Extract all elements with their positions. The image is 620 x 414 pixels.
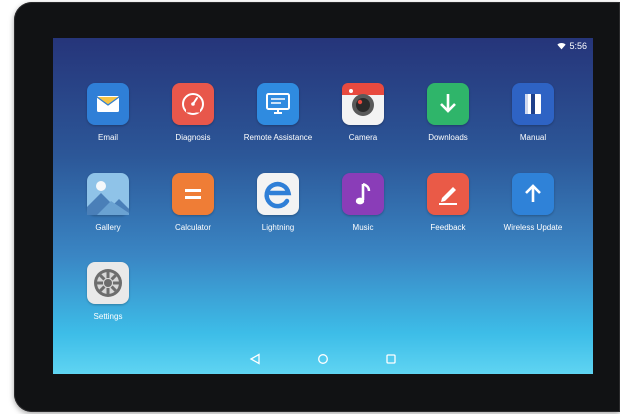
monitor-icon (257, 83, 299, 125)
gallery-icon (87, 173, 129, 215)
app-label: Wireless Update (503, 223, 563, 232)
home-screen: 5:56 Email Diagnosis Remote Assistance C… (53, 38, 593, 374)
download-icon (427, 83, 469, 125)
app-settings[interactable]: Settings (66, 262, 150, 321)
home-button[interactable] (312, 348, 334, 370)
app-diagnosis[interactable]: Diagnosis (151, 83, 235, 142)
app-label: Email (97, 133, 118, 142)
back-button[interactable] (244, 348, 266, 370)
app-label: Diagnosis (175, 133, 211, 142)
gear-icon (87, 262, 129, 304)
pencil-icon (427, 173, 469, 215)
app-music[interactable]: Music (321, 173, 405, 232)
email-icon (87, 83, 129, 125)
book-icon (512, 83, 554, 125)
app-camera[interactable]: Camera (321, 83, 405, 142)
app-downloads[interactable]: Downloads (406, 83, 490, 142)
app-label: Remote Assistance (243, 133, 313, 142)
app-manual[interactable]: Manual (491, 83, 575, 142)
app-label: Downloads (428, 133, 468, 142)
home-icon (318, 354, 328, 364)
app-remote-assistance[interactable]: Remote Assistance (236, 83, 320, 142)
app-label: Manual (519, 133, 547, 142)
upload-arrow-icon (512, 173, 554, 215)
wifi-icon (557, 43, 567, 50)
app-label: Calculator (174, 223, 211, 232)
browser-e-icon (257, 173, 299, 215)
app-feedback[interactable]: Feedback (406, 173, 490, 232)
app-label: Music (352, 223, 374, 232)
status-time: 5:56 (569, 41, 587, 51)
app-wireless-update[interactable]: Wireless Update (491, 173, 575, 232)
app-gallery[interactable]: Gallery (66, 173, 150, 232)
app-lightning[interactable]: Lightning (236, 173, 320, 232)
app-label: Gallery (95, 223, 121, 232)
recents-icon (386, 354, 396, 364)
app-label: Settings (93, 312, 123, 321)
app-label: Feedback (430, 223, 466, 232)
status-bar: 5:56 (557, 41, 587, 51)
app-email[interactable]: Email (66, 83, 150, 142)
app-calculator[interactable]: Calculator (151, 173, 235, 232)
app-label: Camera (348, 133, 378, 142)
navigation-bar (53, 344, 593, 374)
music-note-icon (342, 173, 384, 215)
recents-button[interactable] (380, 348, 402, 370)
calculator-icon (172, 173, 214, 215)
app-label: Lightning (261, 223, 295, 232)
camera-icon (342, 83, 384, 125)
back-icon (249, 353, 260, 365)
gauge-icon (172, 83, 214, 125)
